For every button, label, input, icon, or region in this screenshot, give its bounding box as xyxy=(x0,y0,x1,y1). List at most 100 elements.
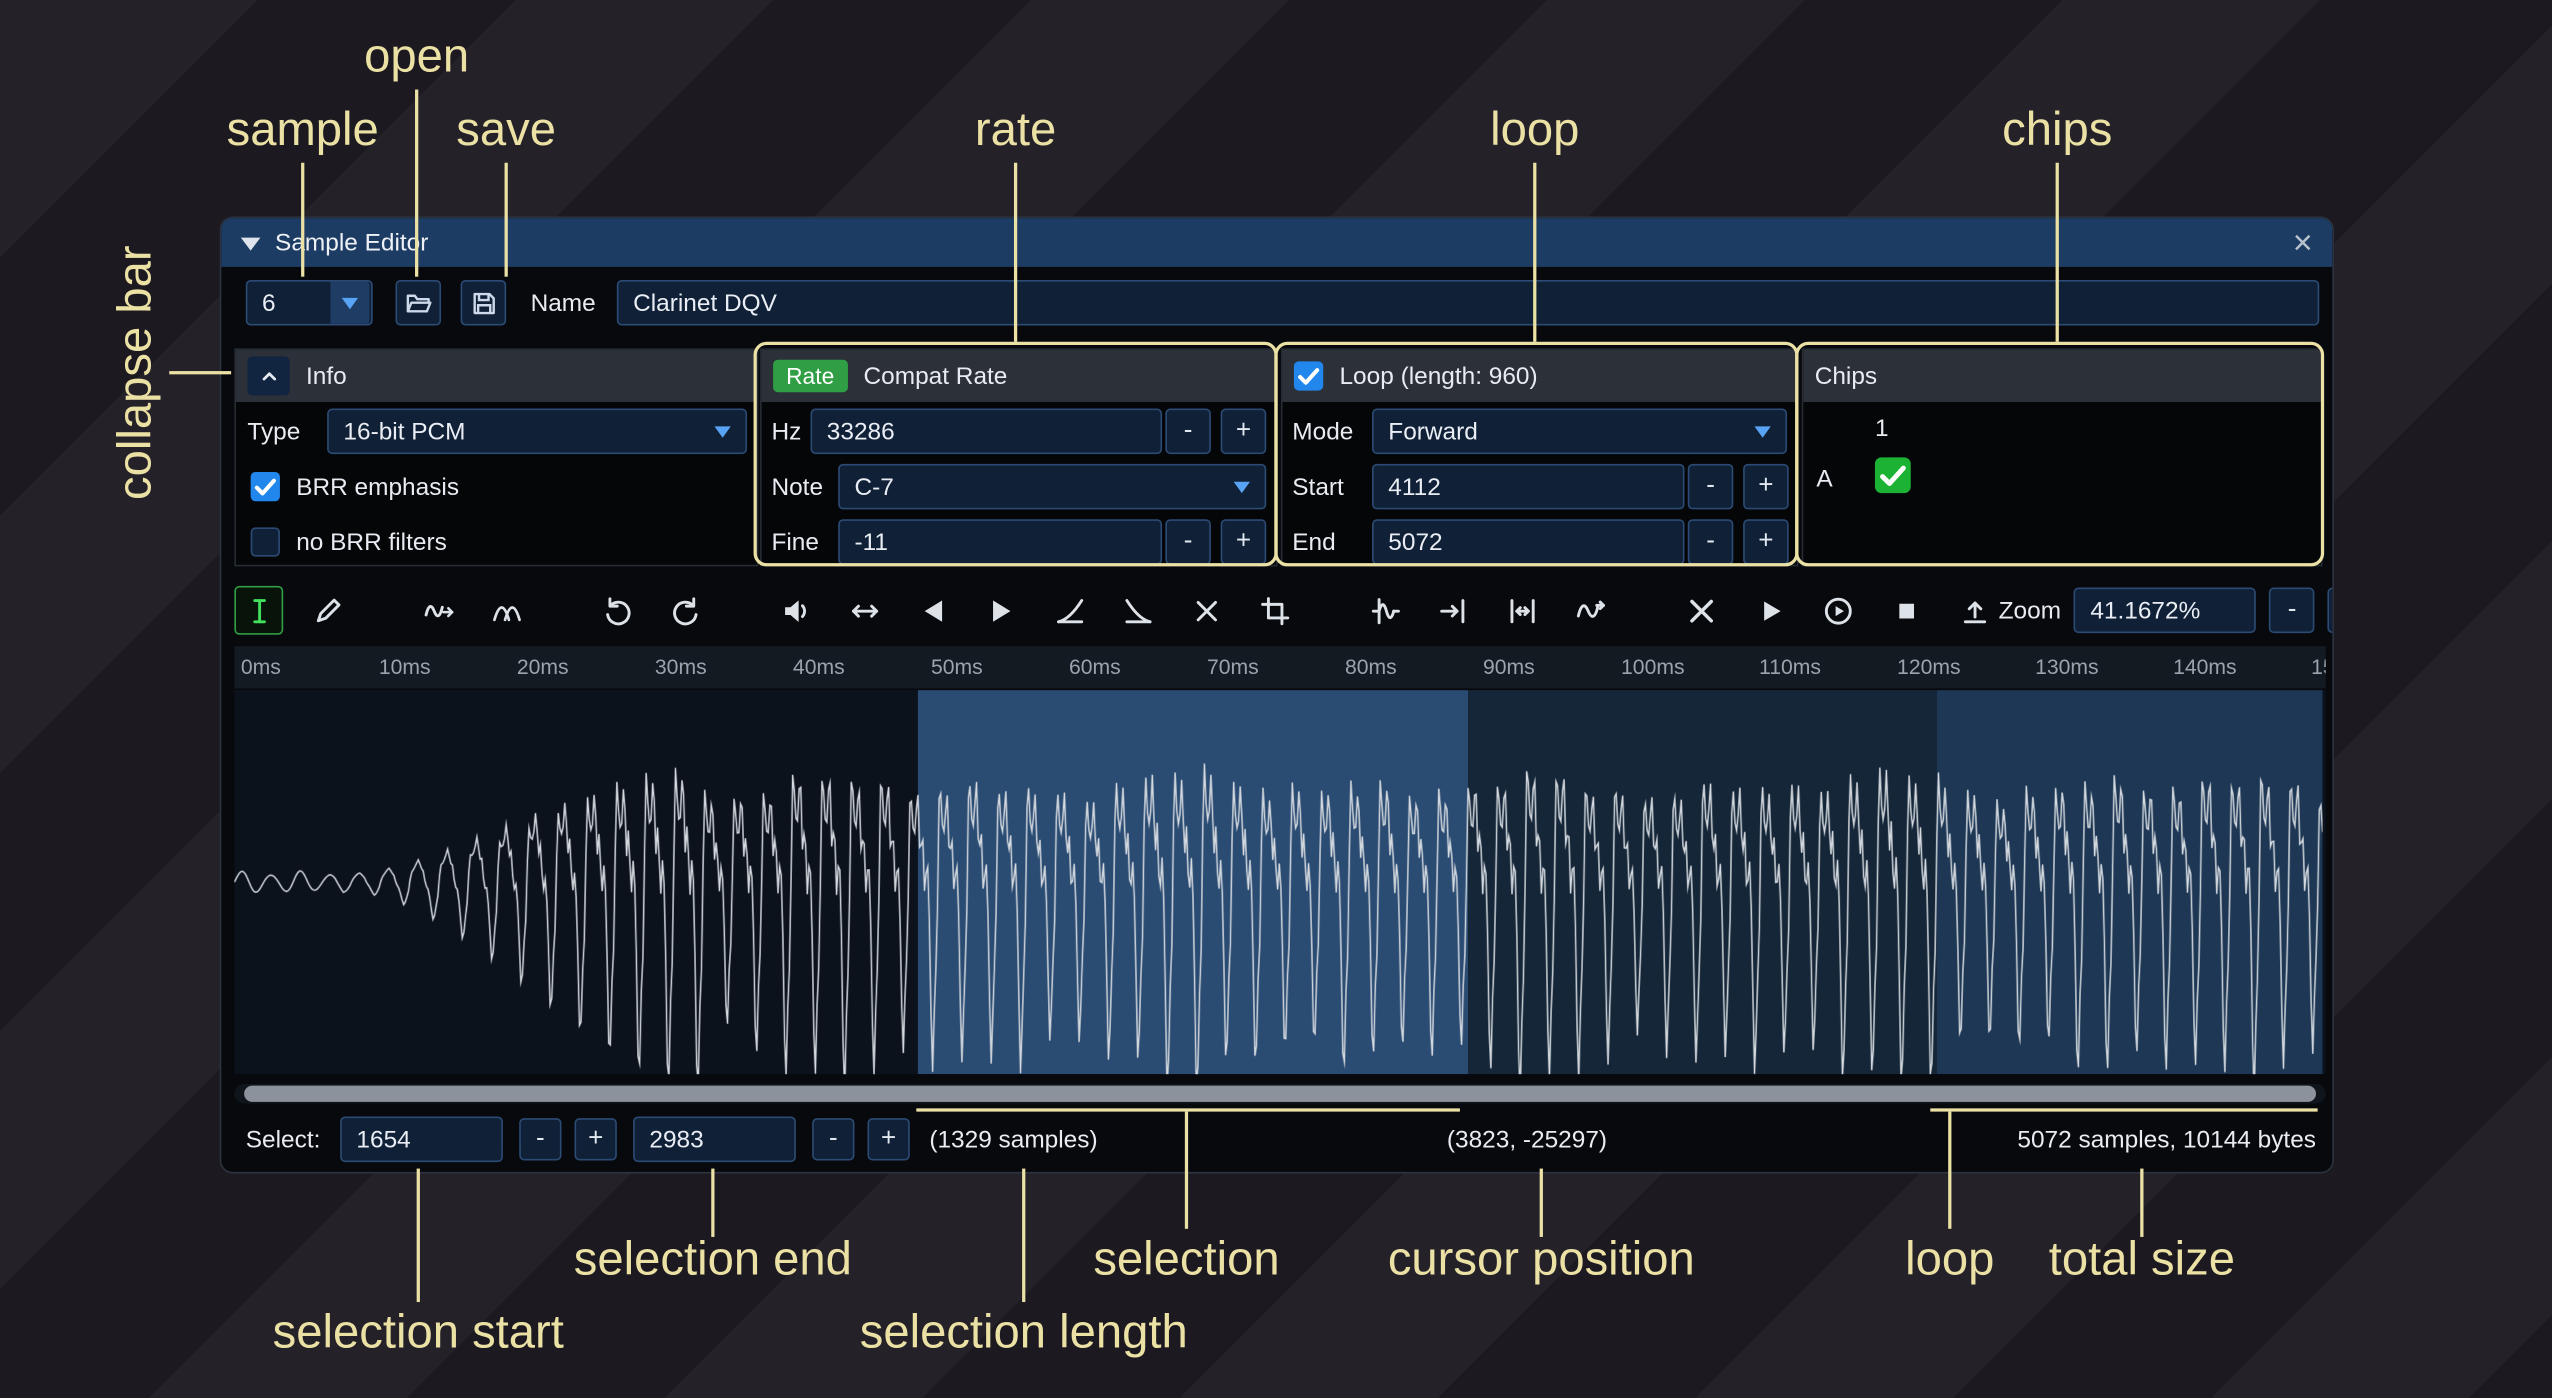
resample-icon xyxy=(422,595,453,626)
brr-emphasis-checkbox[interactable] xyxy=(251,472,280,501)
type-label: Type xyxy=(247,409,300,455)
window-collapse-icon[interactable] xyxy=(241,238,261,261)
trim-button[interactable] xyxy=(1250,586,1299,635)
name-input[interactable]: Clarinet DQV xyxy=(617,280,2319,326)
sample-select-dropdown-button[interactable] xyxy=(330,282,369,324)
loop-start-decrement-button[interactable]: - xyxy=(1688,464,1734,510)
selection-end-decrement-button[interactable]: - xyxy=(812,1118,854,1160)
loop-mode-select[interactable]: Forward xyxy=(1372,409,1787,455)
play-button[interactable] xyxy=(1745,586,1794,635)
sample-select[interactable]: 6 xyxy=(246,280,373,326)
crossfade-button[interactable] xyxy=(482,586,531,635)
name-input-value: Clarinet DQV xyxy=(633,289,777,317)
preview-button[interactable] xyxy=(1813,586,1862,635)
invert-icon xyxy=(985,595,1016,626)
amplify-icon xyxy=(780,595,811,626)
chevron-down-icon xyxy=(1754,426,1770,446)
apply-silence-icon xyxy=(1191,595,1222,626)
undo-button[interactable] xyxy=(592,586,641,635)
waveform-canvas[interactable] xyxy=(234,690,2322,1074)
loop-start-input[interactable]: 4112 xyxy=(1372,464,1684,510)
loop-enable-checkbox[interactable] xyxy=(1294,361,1323,390)
rate-badge[interactable]: Rate xyxy=(773,360,847,393)
toolbar-icon-area xyxy=(234,586,1998,635)
amplify-button[interactable] xyxy=(771,586,820,635)
draw-tool-button[interactable] xyxy=(303,586,352,635)
select-tool-button[interactable] xyxy=(234,586,283,635)
stop-button[interactable] xyxy=(1881,586,1930,635)
collapse-bar-button[interactable] xyxy=(247,356,289,395)
type-select[interactable]: 16-bit PCM xyxy=(327,409,747,455)
reverse-button[interactable] xyxy=(908,586,957,635)
timeline-label: 30ms xyxy=(655,654,707,678)
chips-panel-header: Chips xyxy=(1803,350,2321,402)
loop-mode-value: Forward xyxy=(1388,417,1478,445)
open-button[interactable] xyxy=(395,280,441,326)
filter-button[interactable] xyxy=(1566,586,1615,635)
upload-icon xyxy=(1959,595,1990,626)
fine-input[interactable]: -11 xyxy=(838,519,1162,565)
resize-icon xyxy=(1506,595,1537,626)
paste-in-button[interactable] xyxy=(1429,586,1478,635)
save-icon xyxy=(470,289,498,317)
fine-decrement-button[interactable]: - xyxy=(1165,519,1211,565)
resize-button[interactable] xyxy=(1497,586,1546,635)
selection-start-input[interactable]: 1654 xyxy=(340,1116,503,1162)
loop-end-decrement-button[interactable]: - xyxy=(1688,519,1734,565)
selection-start-decrement-button[interactable]: - xyxy=(519,1118,561,1160)
waveform-scrollbar[interactable] xyxy=(234,1084,2325,1104)
annotation-bracket-loop xyxy=(1930,1108,2317,1111)
hz-decrement-button[interactable]: - xyxy=(1165,409,1211,455)
annotation-selection: selection xyxy=(1093,1234,1279,1288)
note-select[interactable]: C-7 xyxy=(838,464,1266,510)
annotation-line-save xyxy=(505,163,508,277)
chip-row-label: A xyxy=(1816,461,1832,497)
timeline-label: 10ms xyxy=(379,654,431,678)
hz-input[interactable]: 33286 xyxy=(811,409,1163,455)
check-icon xyxy=(251,472,280,501)
timeline-label: 70ms xyxy=(1207,654,1259,678)
insert-point-button[interactable] xyxy=(1361,586,1410,635)
chip-a-checkbox[interactable] xyxy=(1875,457,1911,493)
annotation-cursor-position: cursor position xyxy=(1388,1234,1695,1288)
normalize-button[interactable] xyxy=(840,586,889,635)
no-brr-filters-checkbox[interactable] xyxy=(251,527,280,556)
zoom-decrement-button[interactable]: - xyxy=(2269,588,2315,634)
fade-in-button[interactable] xyxy=(1045,586,1094,635)
delete-button[interactable] xyxy=(1676,586,1725,635)
annotation-line-chips xyxy=(2056,163,2059,342)
folder-open-icon xyxy=(404,289,432,317)
insert-point-icon xyxy=(1370,595,1401,626)
loop-end-input[interactable]: 5072 xyxy=(1372,519,1684,565)
close-button[interactable]: × xyxy=(2293,225,2313,259)
timeline-ruler[interactable]: 0ms10ms20ms30ms40ms50ms60ms70ms80ms90ms1… xyxy=(234,646,2325,688)
save-button[interactable] xyxy=(461,280,507,326)
loop-start-increment-button[interactable]: + xyxy=(1743,464,1789,510)
fine-increment-button[interactable]: + xyxy=(1221,519,1267,565)
selection-end-increment-button[interactable]: + xyxy=(867,1118,909,1160)
annotation-line-selection xyxy=(1185,1112,1188,1229)
upload-button[interactable] xyxy=(1950,586,1999,635)
redo-button[interactable] xyxy=(661,586,710,635)
invert-button[interactable] xyxy=(977,586,1026,635)
check-icon xyxy=(1294,361,1323,390)
selection-end-input[interactable]: 2983 xyxy=(633,1116,796,1162)
annotation-line-collapse-bar xyxy=(169,371,231,374)
fade-out-button[interactable] xyxy=(1113,586,1162,635)
resample-button[interactable] xyxy=(413,586,462,635)
zoom-input[interactable]: 41.1672% xyxy=(2074,588,2256,634)
loop-end-increment-button[interactable]: + xyxy=(1743,519,1789,565)
scrollbar-thumb[interactable] xyxy=(244,1086,2316,1102)
sample-select-value: 6 xyxy=(262,289,276,317)
timeline-label: 140ms xyxy=(2173,654,2237,678)
loop-start-value: 4112 xyxy=(1388,473,1441,501)
zoom-increment-button[interactable]: + xyxy=(2328,588,2334,634)
hz-increment-button[interactable]: + xyxy=(1221,409,1267,455)
selection-start-increment-button[interactable]: + xyxy=(575,1118,617,1160)
sample-editor-window: Sample Editor × 6 Name Clarinet DQV xyxy=(220,216,2334,1173)
undo-icon xyxy=(601,595,632,626)
apply-silence-button[interactable] xyxy=(1182,586,1231,635)
annotated-background: Sample Editor × 6 Name Clarinet DQV xyxy=(0,0,2552,1398)
annotation-line-loop xyxy=(1533,163,1536,342)
normalize-icon xyxy=(849,595,880,626)
